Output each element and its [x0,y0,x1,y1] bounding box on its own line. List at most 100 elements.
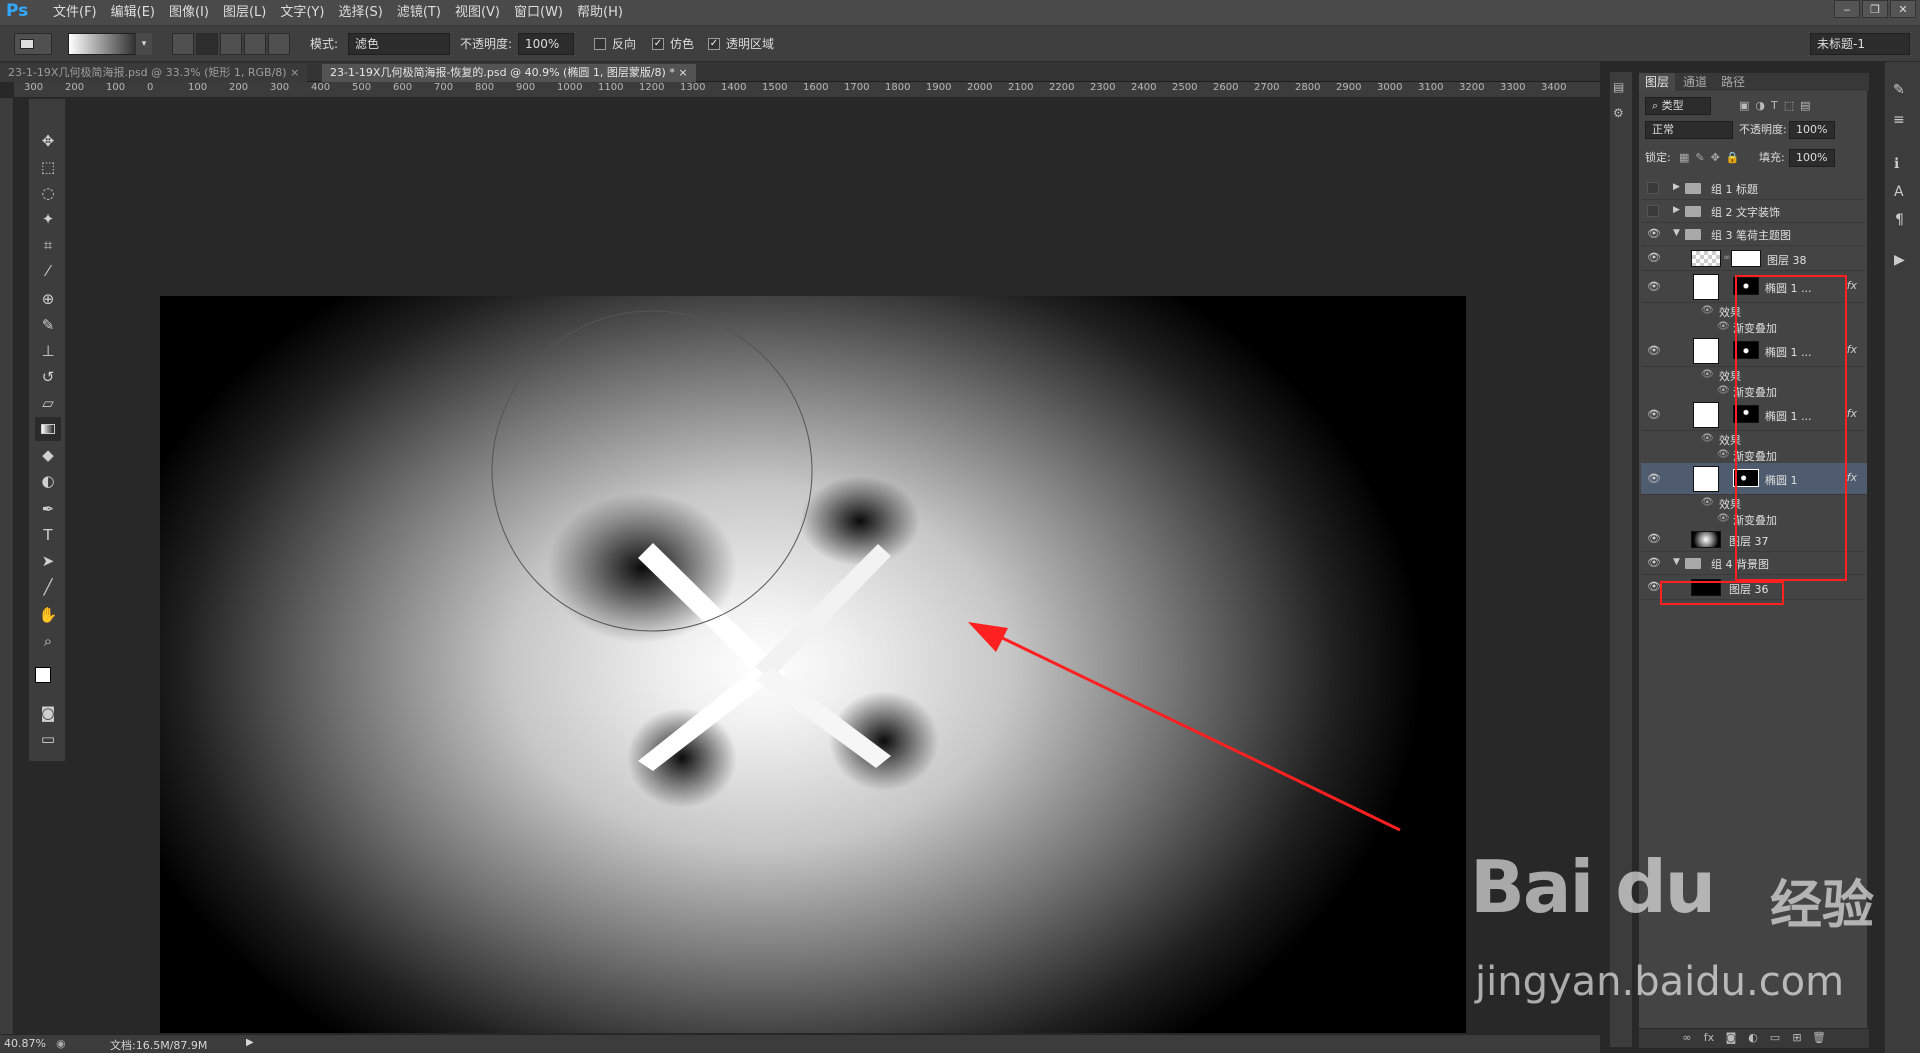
zoom-tool-icon[interactable]: ⌕ [35,629,61,653]
opacity-input[interactable]: 100% [518,33,574,55]
actions-panel-icon[interactable]: ▶ [1894,252,1905,268]
linear-gradient-button[interactable] [172,33,194,55]
quick-mask-icon[interactable]: ◙ [35,701,61,725]
restore-button[interactable]: ❐ [1862,0,1888,18]
eye-icon[interactable]: 👁 [1701,305,1714,316]
screen-mode-icon[interactable]: ▭ [35,727,61,751]
blur-tool-icon[interactable]: ◆ [35,443,61,467]
eye-icon[interactable]: 👁 [1701,369,1714,380]
diamond-gradient-button[interactable] [268,33,290,55]
hand-tool-icon[interactable]: ✋ [35,603,61,627]
eye-icon[interactable]: 👁 [1701,497,1714,508]
layer-group-3[interactable]: 👁 ▼ 组 3 笔荷主题图 [1641,223,1867,246]
filter-kind-select[interactable]: ⌕ 类型 [1645,97,1711,115]
fx-icon[interactable]: fx [1847,343,1857,356]
eye-icon[interactable]: 👁 [1717,321,1730,332]
expand-arrow-icon[interactable]: ▶ [1673,182,1680,192]
eye-icon[interactable]: 👁 [1645,227,1663,240]
canvas-area[interactable] [14,98,1600,1038]
transparency-checkbox[interactable]: ✓ [708,38,720,50]
fx-icon[interactable]: fx [1847,471,1857,484]
layer-38[interactable]: 👁 ∞ 图层 38 [1641,246,1867,271]
menu-file[interactable]: 文件(F) [46,0,104,26]
menu-help[interactable]: 帮助(H) [570,0,630,26]
lasso-tool-icon[interactable]: ◌ [35,181,61,205]
fx-icon[interactable]: fx [1847,407,1857,420]
tab-paths[interactable]: 路径 [1715,73,1751,91]
brush-panel-icon[interactable]: ✎ [1893,82,1905,98]
close-button[interactable]: ✕ [1890,0,1916,18]
gradient-dropdown-icon[interactable]: ▾ [136,33,152,55]
tab-layers[interactable]: 图层 [1639,73,1676,91]
tab-document-2[interactable]: 23-1-19X几何极简海报-恢复的.psd @ 40.9% (椭圆 1, 图层… [322,64,696,82]
move-tool-icon[interactable]: ✥ [35,129,61,153]
eye-icon[interactable]: 👁 [1645,251,1663,264]
history-brush-tool-icon[interactable]: ↺ [35,365,61,389]
eye-icon[interactable]: 👁 [1717,385,1730,396]
minimize-button[interactable]: ‒ [1834,0,1860,18]
eye-icon[interactable]: 👁 [1645,556,1663,569]
eye-icon[interactable]: 👁 [1645,408,1663,421]
eraser-tool-icon[interactable]: ▱ [35,391,61,415]
crop-tool-icon[interactable]: ⌗ [35,233,61,257]
tool-preset-picker[interactable] [14,33,52,55]
collapse-arrow-icon[interactable]: ▼ [1673,228,1680,238]
magic-wand-tool-icon[interactable]: ✦ [35,207,61,231]
paragraph-panel-icon[interactable]: ¶ [1895,212,1904,228]
eye-icon[interactable]: 👁 [1701,433,1714,444]
zoom-level[interactable]: 40.87% [4,1037,46,1050]
eye-icon[interactable]: 👁 [1717,513,1730,524]
menu-edit[interactable]: 编辑(E) [104,0,162,26]
mode-select[interactable]: 滤色 [348,33,450,55]
tab-document-1[interactable]: 23-1-19X几何极简海报.psd @ 33.3% (矩形 1, RGB/8)… [0,64,308,82]
workspace-select[interactable]: 未标题-1 [1810,33,1910,55]
menu-type[interactable]: 文字(Y) [273,0,331,26]
menu-select[interactable]: 选择(S) [331,0,389,26]
eye-icon[interactable]: 👁 [1645,472,1663,485]
line-tool-icon[interactable]: ╱ [35,575,61,599]
status-info-icon[interactable]: ◉ [56,1037,66,1050]
fx-icon[interactable]: fx [1847,279,1857,292]
visibility-toggle[interactable] [1647,205,1659,217]
reverse-checkbox[interactable] [594,38,606,50]
menu-filter[interactable]: 滤镜(T) [390,0,448,26]
healing-brush-tool-icon[interactable]: ⊕ [35,287,61,311]
link-icon[interactable]: ∞ [1723,253,1731,263]
fill-input[interactable]: 100% [1789,149,1835,167]
path-selection-tool-icon[interactable]: ➤ [35,549,61,573]
mask-thumbnail[interactable] [1731,250,1761,267]
eye-icon[interactable]: 👁 [1645,532,1663,545]
marquee-tool-icon[interactable]: ⬚ [35,155,61,179]
adjust-panel-icon[interactable]: ≡ [1893,112,1905,128]
reflected-gradient-button[interactable] [244,33,266,55]
character-panel-icon[interactable]: A [1894,184,1904,200]
blend-mode-select[interactable]: 正常 [1645,121,1733,139]
clone-stamp-tool-icon[interactable]: ⊥ [35,339,61,363]
eye-icon[interactable]: 👁 [1717,449,1730,460]
type-tool-icon[interactable]: T [35,523,61,547]
brush-tool-icon[interactable]: ✎ [35,313,61,337]
gradient-tool-icon[interactable] [35,417,61,441]
dodge-tool-icon[interactable]: ◐ [35,469,61,493]
layer-group-2[interactable]: ▶ 组 2 文字装饰 [1641,200,1867,223]
visibility-toggle[interactable] [1647,182,1659,194]
pen-tool-icon[interactable]: ✒ [35,497,61,521]
expand-arrow-icon[interactable]: ▶ [1673,205,1680,215]
lock-icons[interactable]: ▦✎✥🔒 [1679,151,1746,164]
status-menu-arrow-icon[interactable]: ▶ [246,1037,254,1048]
layer-group-1[interactable]: ▶ 组 1 标题 [1641,177,1867,200]
tab-channels[interactable]: 通道 [1677,73,1713,91]
properties-panel-icon[interactable]: ⚙ [1613,106,1629,122]
collapse-arrow-icon[interactable]: ▼ [1673,557,1680,567]
menu-window[interactable]: 窗口(W) [507,0,570,26]
angle-gradient-button[interactable] [220,33,242,55]
foreground-color-swatch[interactable] [35,667,51,683]
menu-view[interactable]: 视图(V) [448,0,507,26]
eye-icon[interactable]: 👁 [1645,344,1663,357]
dither-checkbox[interactable]: ✓ [652,38,664,50]
eye-icon[interactable]: 👁 [1645,280,1663,293]
tab-close-icon[interactable]: × [290,66,299,79]
eyedropper-tool-icon[interactable]: ⁄ [35,259,61,283]
menu-layer[interactable]: 图层(L) [216,0,273,26]
menu-image[interactable]: 图像(I) [162,0,216,26]
